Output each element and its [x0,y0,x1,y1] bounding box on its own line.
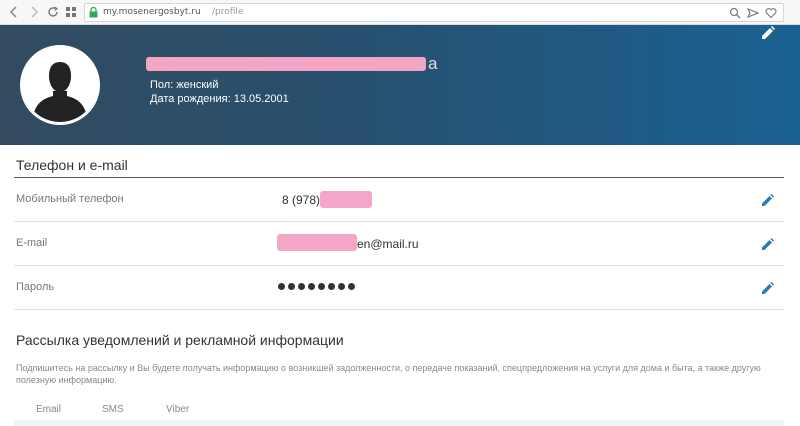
edit-password-icon[interactable] [761,281,775,295]
password-value [278,283,355,290]
lock-icon [89,7,98,18]
subscription-section-title: Рассылка уведомлений и рекламной информа… [16,332,344,348]
url-domain: my.mosenergosbyt.ru [103,7,201,17]
user-silhouette-icon[interactable] [20,45,100,125]
channel-sms[interactable]: SMS [102,404,166,415]
browser-toolbar: my.mosenergosbyt.ru /profile [0,0,800,25]
table-header-strip [14,420,784,426]
subscription-description: Подпишитесь на рассылку и Вы будете полу… [16,363,761,385]
forward-icon[interactable] [26,4,42,20]
url-path: /profile [212,7,244,17]
name-redacted [146,57,426,71]
divider [14,177,784,178]
birthdate-text: Дата рождения: 13.05.2001 [150,93,289,105]
email-label: E-mail [16,237,48,249]
search-icon[interactable] [729,6,741,19]
phone-label: Мобильный телефон [16,193,124,205]
divider [14,221,784,222]
heart-icon[interactable] [765,6,777,19]
back-icon[interactable] [6,4,22,20]
edit-phone-icon[interactable] [761,193,775,207]
refresh-icon[interactable] [45,4,61,20]
edit-email-icon[interactable] [761,237,775,251]
name-tail: а [428,54,438,73]
apps-grid-icon[interactable] [63,4,79,20]
edit-profile-icon[interactable] [760,25,776,41]
channel-viber[interactable]: Viber [166,404,189,415]
channel-tabs: Email SMS Viber [36,404,189,415]
contacts-section-title: Телефон и e-mail [16,157,128,173]
share-icon[interactable] [746,6,760,19]
password-label: Пароль [16,281,55,293]
divider [14,265,784,266]
email-value: en@mail.ru [357,237,419,251]
phone-value: 8 (978) [282,193,321,207]
email-redacted [277,234,357,251]
profile-header: а Пол: женский Дата рождения: 13.05.2001 [0,25,800,145]
gender-text: Пол: женский [150,79,219,91]
divider [14,309,784,310]
phone-redacted [320,191,372,208]
address-bar[interactable]: my.mosenergosbyt.ru /profile [84,3,784,22]
channel-email[interactable]: Email [36,404,102,415]
